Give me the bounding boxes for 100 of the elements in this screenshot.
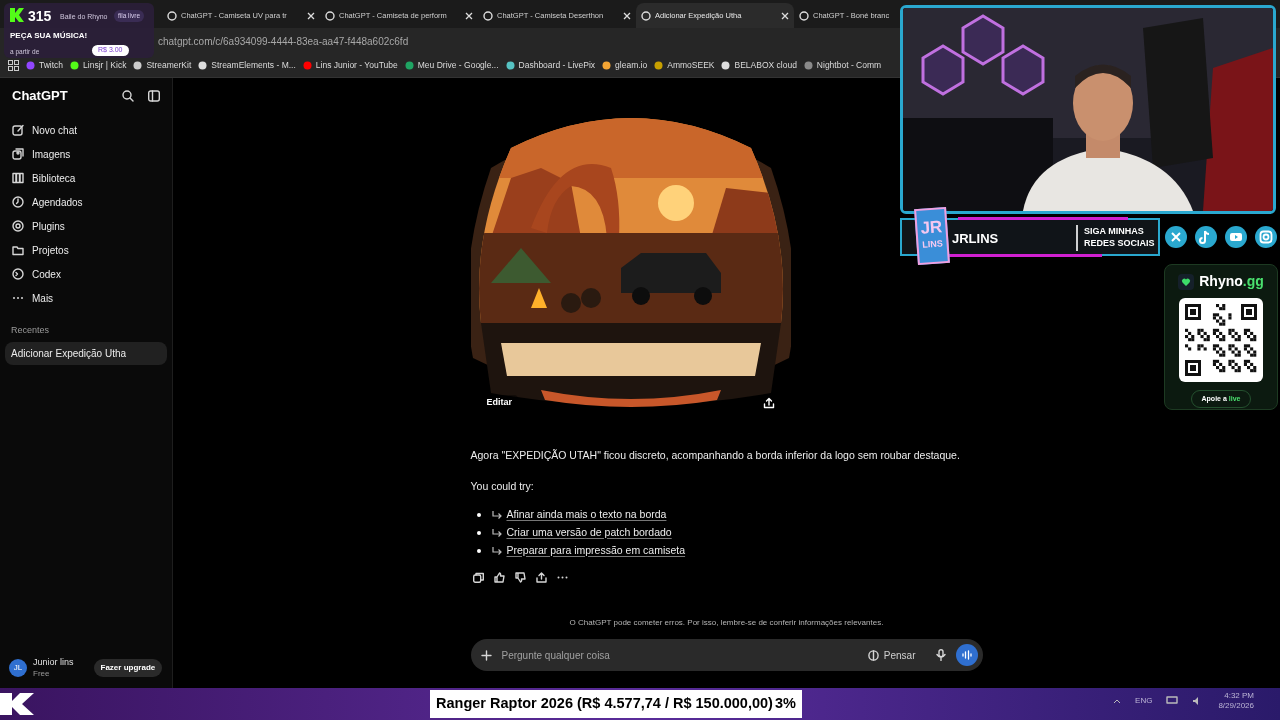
request-count: 315 xyxy=(28,7,52,26)
thumbs-up-icon[interactable] xyxy=(493,571,505,583)
bookmark[interactable]: BELABOX cloud xyxy=(721,59,797,72)
bookmark[interactable]: StreamElements - M... xyxy=(198,59,296,72)
site-icon xyxy=(721,61,731,70)
app-title: ChatGPT xyxy=(12,87,68,106)
clock-time: 4:32 PM xyxy=(1224,691,1254,701)
close-icon[interactable] xyxy=(623,11,631,20)
music-note-icon[interactable] xyxy=(1195,226,1217,248)
search-icon[interactable] xyxy=(122,90,134,102)
close-icon[interactable] xyxy=(307,11,315,20)
bookmark[interactable]: Meu Drive - Google... xyxy=(404,59,499,72)
books-icon xyxy=(12,172,24,184)
nav-item[interactable]: Imagens xyxy=(6,142,166,166)
nav-item[interactable]: Agendados xyxy=(6,190,166,214)
site-icon xyxy=(167,10,177,21)
brand-name: Rhyno.gg xyxy=(1199,272,1264,291)
user-plan: Free xyxy=(33,668,51,679)
suggestion-link[interactable]: Afinar ainda mais o texto na borda xyxy=(506,506,667,523)
site-icon xyxy=(302,61,312,70)
upgrade-button[interactable]: Fazer upgrade xyxy=(93,659,163,677)
play-icon[interactable] xyxy=(1225,226,1247,248)
plus-icon[interactable] xyxy=(480,649,492,661)
site-icon xyxy=(133,61,143,70)
return-arrow-icon xyxy=(490,545,503,556)
language-indicator[interactable]: ENG xyxy=(1135,695,1153,707)
bookmark[interactable]: Dashboard - LivePix xyxy=(505,59,596,72)
site-icon xyxy=(70,61,80,70)
share-icon[interactable] xyxy=(535,571,547,583)
site-icon xyxy=(404,61,414,70)
voice-button[interactable] xyxy=(955,644,978,666)
sound-wave-icon xyxy=(961,650,972,660)
clock-icon xyxy=(12,196,24,208)
bookmark[interactable]: Linsjr | Kick xyxy=(70,59,127,72)
brain-icon xyxy=(867,649,879,661)
goal-percent: 3% xyxy=(775,694,796,714)
suggestion-link[interactable]: Preparar para impressão em camiseta xyxy=(506,542,686,559)
nav-item[interactable]: Biblioteca xyxy=(6,166,166,190)
avatar[interactable]: JL xyxy=(9,659,27,677)
site-icon xyxy=(198,61,208,70)
nav-item[interactable]: Codex xyxy=(6,262,166,286)
camera-icon[interactable] xyxy=(1255,226,1277,248)
bookmark[interactable]: gleam.io xyxy=(602,59,648,72)
message-input[interactable]: Pergunte qualquer coisa Pensar xyxy=(470,639,983,671)
bullet-icon xyxy=(476,530,481,535)
bookmark[interactable]: Lins Junior - YouTube xyxy=(302,59,398,72)
x-mark-icon[interactable] xyxy=(1165,226,1187,248)
think-button[interactable]: Pensar xyxy=(867,647,916,663)
close-icon[interactable] xyxy=(465,11,473,20)
site-icon xyxy=(641,10,651,21)
copy-icon[interactable] xyxy=(472,571,484,583)
close-icon[interactable] xyxy=(781,11,789,20)
folder-icon xyxy=(12,244,24,256)
nav-item[interactable]: Plugins xyxy=(6,214,166,238)
site-icon xyxy=(26,61,35,70)
bookmark[interactable]: AmmoSEEK xyxy=(654,59,715,72)
bookmark[interactable]: Twitch xyxy=(26,59,64,72)
microphone-icon[interactable] xyxy=(935,649,946,661)
caret-icon[interactable] xyxy=(1113,698,1122,704)
section-label: Recentes xyxy=(10,324,51,337)
network-icon[interactable] xyxy=(1166,696,1179,706)
goal-text: Ranger Raptor 2026 (R$ 4.577,74 / R$ 150.000,00) xyxy=(436,694,773,714)
logo-text: JR xyxy=(920,219,943,237)
return-arrow-icon xyxy=(490,509,503,520)
message-text: You could try: xyxy=(470,478,535,494)
sidebar-toggle-icon[interactable] xyxy=(148,90,160,102)
nav-item[interactable]: Mais xyxy=(6,286,166,310)
follow-text: REDES SOCIAIS xyxy=(1084,237,1155,249)
channel-name: JRLINS xyxy=(952,230,999,248)
user-name: Junior lins xyxy=(33,657,74,668)
at-sign-icon xyxy=(12,220,24,232)
return-arrow-icon xyxy=(490,527,503,538)
address-bar[interactable]: chatgpt.com/c/6a934099-4444-83ea-aa47-f448a602c6fd xyxy=(158,33,409,49)
site-icon xyxy=(505,61,515,70)
disclaimer-text: O ChatGPT pode cometer erros. Por isso, lembre-se de conferir informações relevantes. xyxy=(568,617,885,629)
apps-icon[interactable] xyxy=(8,60,19,71)
suggestion-link[interactable]: Criar uma versão de patch bordado xyxy=(506,524,672,541)
bullet-icon xyxy=(476,512,481,517)
thumbs-down-icon[interactable] xyxy=(514,571,526,583)
follow-text: SIGA MINHAS xyxy=(1084,225,1145,237)
terminal-icon xyxy=(12,268,24,280)
site-icon xyxy=(483,10,493,21)
nav-item[interactable]: Novo chat xyxy=(6,118,166,142)
bookmark[interactable]: StreamerKit xyxy=(133,59,192,72)
image-icon xyxy=(12,148,24,160)
logo-text: LINS xyxy=(921,237,944,252)
site-icon xyxy=(602,61,612,70)
site-icon xyxy=(803,61,813,70)
chat-history-item[interactable]: Adicionar Expedição Utha xyxy=(5,341,167,365)
pencil-icon xyxy=(12,124,24,136)
clock-date: 8/29/2026 xyxy=(1218,701,1254,711)
site-icon xyxy=(654,61,664,70)
bookmark[interactable]: Nightbot - Comm xyxy=(803,59,882,72)
site-icon xyxy=(325,10,335,21)
logo-icon xyxy=(10,8,24,22)
message-text: Agora "EXPEDIÇÃO UTAH" ficou discreto, acompanhando a borda inferior da logo sem roubar destaque. xyxy=(470,448,961,463)
bullet-icon xyxy=(476,548,481,553)
nav-item[interactable]: Projetos xyxy=(6,238,166,262)
request-heading: PEÇA SUA MÚSICA! xyxy=(10,30,88,42)
site-icon xyxy=(799,10,809,21)
